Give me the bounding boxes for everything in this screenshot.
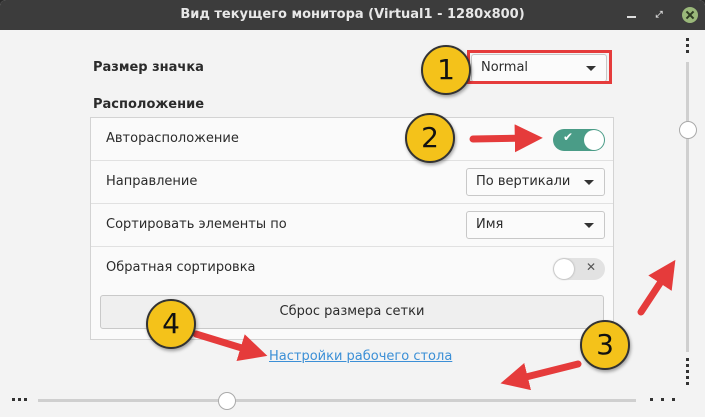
arrow-to-switch (469, 124, 543, 153)
annotation-badge-4: 4 (146, 299, 196, 349)
dialog-window: Вид текущего монитора (Virtual1 - 1280x8… (0, 0, 705, 417)
arrow-to-vertical-scroll (637, 259, 676, 316)
annotation-badge-1: 1 (421, 45, 471, 95)
arrow-to-settings-link (192, 330, 268, 362)
arrow-to-horizontal-scroll (500, 360, 582, 391)
annotation-badge-3: 3 (580, 320, 630, 370)
annotation-badge-2: 2 (405, 113, 455, 163)
